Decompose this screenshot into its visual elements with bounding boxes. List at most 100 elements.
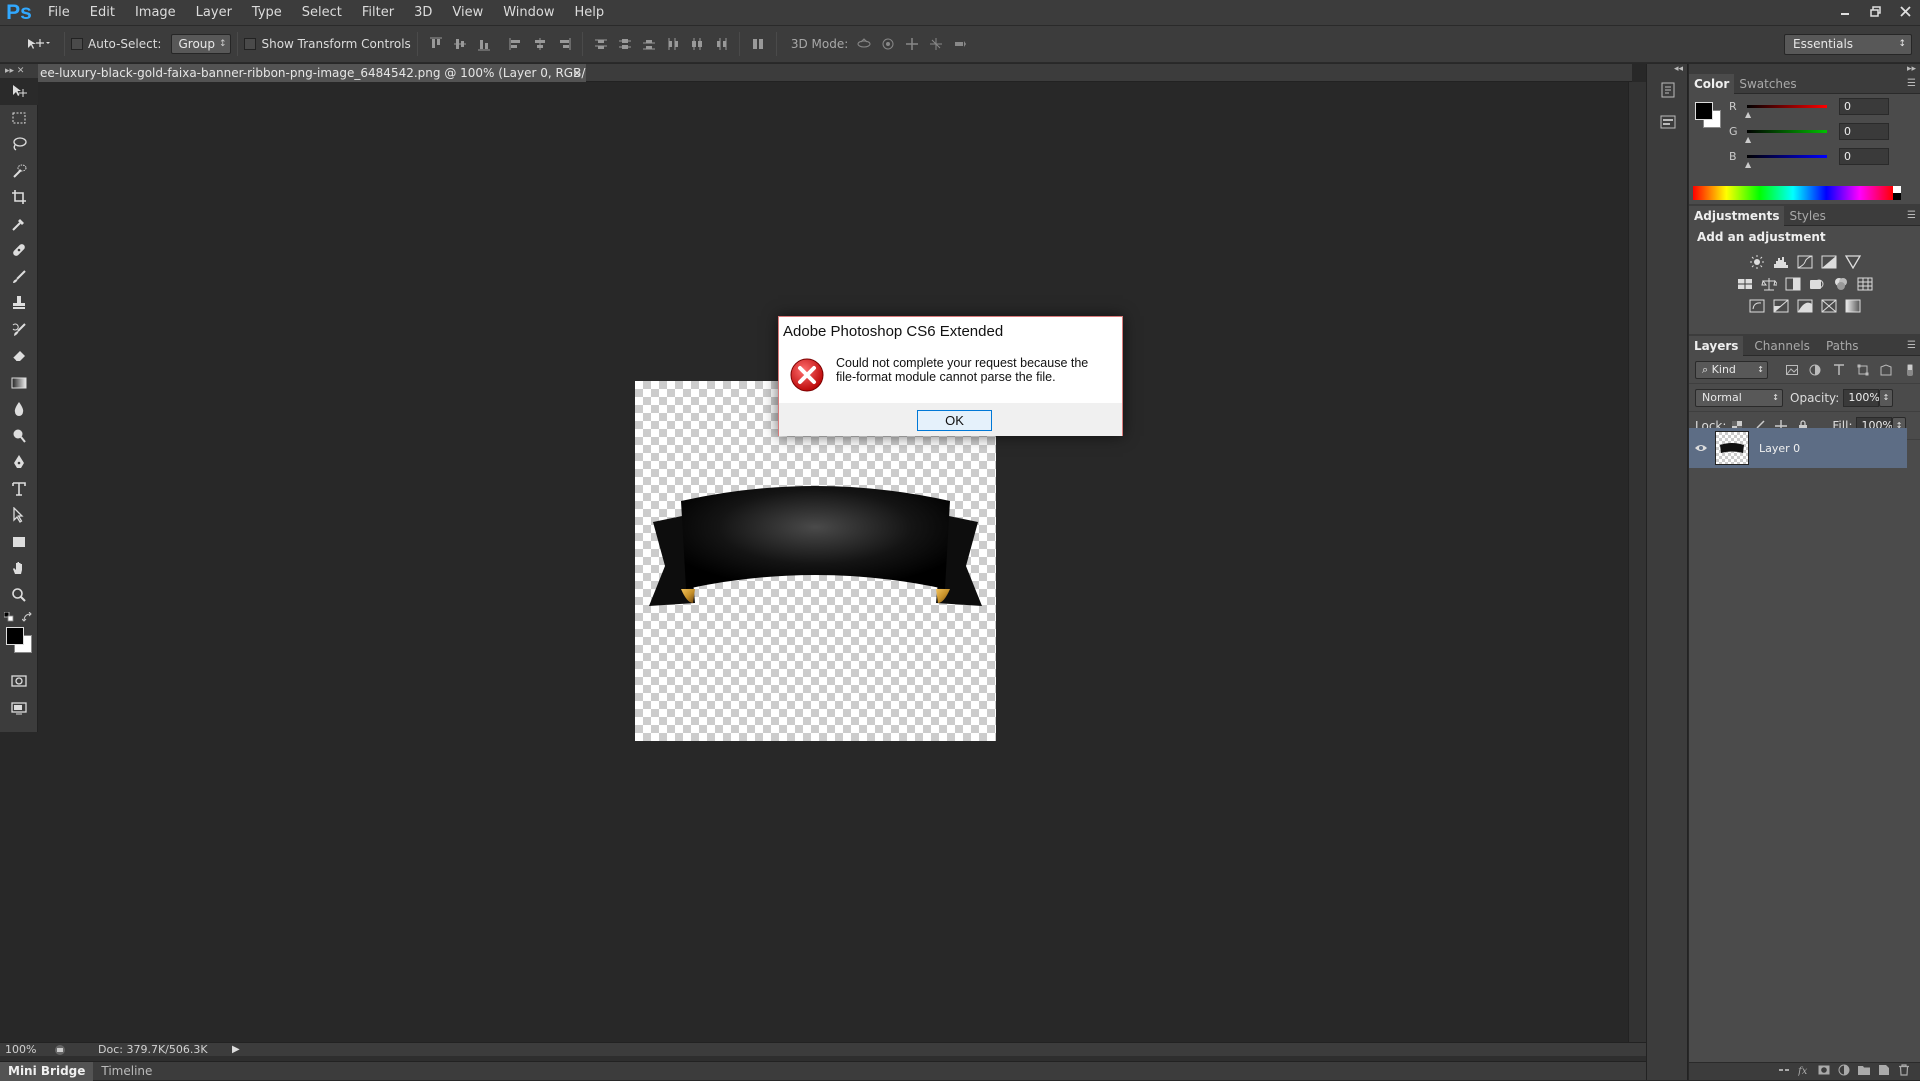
align-left-edges-button[interactable]	[506, 34, 526, 54]
default-colors-icon[interactable]	[4, 612, 14, 622]
tab-swatches[interactable]: Swatches	[1734, 74, 1801, 94]
status-options-icon[interactable]	[54, 1044, 66, 1056]
align-bottom-edges-button[interactable]	[474, 34, 494, 54]
delete-layer-button[interactable]	[1898, 1063, 1910, 1080]
distribute-hcenter-button[interactable]	[687, 34, 707, 54]
posterize-button[interactable]	[1772, 298, 1790, 314]
menu-help[interactable]: Help	[565, 0, 615, 25]
new-layer-button[interactable]	[1878, 1064, 1890, 1080]
distribute-bottom-button[interactable]	[639, 34, 659, 54]
restore-button[interactable]	[1860, 0, 1890, 22]
slider-thumb[interactable]: ▲	[1745, 110, 1751, 119]
vibrance-button[interactable]	[1844, 254, 1862, 270]
slider-track[interactable]	[1747, 155, 1827, 158]
threshold-button[interactable]	[1796, 298, 1814, 314]
quick-mask-button[interactable]	[0, 668, 38, 695]
tab-paths[interactable]: Paths	[1821, 336, 1864, 356]
panel-menu-icon[interactable]: ☰	[1907, 78, 1916, 89]
rectangle-tool[interactable]	[0, 529, 38, 556]
eyedropper-tool[interactable]	[0, 211, 38, 238]
zoom-tool[interactable]	[0, 582, 38, 609]
filter-smart-object-button[interactable]	[1877, 361, 1897, 379]
channel-mixer-button[interactable]	[1832, 276, 1850, 292]
black-white-button[interactable]	[1784, 276, 1802, 292]
filter-kind-dropdown[interactable]: ⌕ Kind	[1695, 360, 1768, 379]
filter-pixel-button[interactable]	[1782, 361, 1802, 379]
distribute-left-button[interactable]	[663, 34, 683, 54]
slider-green[interactable]: G ▲ 0	[1729, 123, 1914, 144]
hand-tool[interactable]	[0, 555, 38, 582]
layer-name[interactable]: Layer 0	[1759, 442, 1800, 455]
tab-channels[interactable]: Channels	[1749, 336, 1815, 356]
toolbar-collapse[interactable]: ▸▸ ✕	[5, 66, 24, 76]
slider-blue[interactable]: B ▲ 0	[1729, 148, 1914, 169]
history-brush-tool[interactable]	[0, 317, 38, 344]
3d-pan-button[interactable]	[902, 34, 922, 54]
ok-button[interactable]: OK	[917, 410, 992, 431]
menu-select[interactable]: Select	[292, 0, 352, 25]
filter-shape-button[interactable]	[1853, 361, 1873, 379]
show-transform-checkbox[interactable]: Show Transform Controls	[244, 37, 411, 51]
menu-edit[interactable]: Edit	[80, 0, 125, 25]
tab-timeline[interactable]: Timeline	[93, 1062, 160, 1081]
opacity-input[interactable]: 100%	[1843, 388, 1880, 407]
opacity-slider-toggle[interactable]	[1879, 388, 1894, 407]
workspace-dropdown[interactable]: Essentials	[1784, 34, 1912, 55]
lasso-tool[interactable]	[0, 131, 38, 158]
vertical-scrollbar[interactable]	[1628, 82, 1646, 1042]
type-tool[interactable]	[0, 476, 38, 503]
menu-layer[interactable]: Layer	[186, 0, 242, 25]
minimize-button[interactable]	[1830, 0, 1860, 22]
swap-colors-icon[interactable]	[22, 612, 33, 623]
auto-select-checkbox[interactable]: Auto-Select:	[71, 37, 161, 51]
panel-menu-icon[interactable]: ☰	[1907, 210, 1916, 221]
auto-select-dropdown[interactable]: Group	[171, 34, 232, 54]
auto-align-layers-button[interactable]	[748, 34, 768, 54]
zoom-level[interactable]: 100%	[0, 1043, 50, 1056]
exposure-button[interactable]	[1820, 254, 1838, 270]
quick-selection-tool[interactable]	[0, 158, 38, 185]
tab-mini-bridge[interactable]: Mini Bridge	[0, 1061, 94, 1081]
black-white-swatch[interactable]	[1893, 186, 1901, 200]
slider-red[interactable]: R ▲ 0	[1729, 98, 1914, 119]
move-tool[interactable]	[0, 78, 38, 105]
status-menu-arrow-icon[interactable]: ▶	[232, 1044, 240, 1055]
tab-adjustments[interactable]: Adjustments	[1689, 205, 1785, 226]
color-balance-button[interactable]	[1760, 276, 1778, 292]
pen-tool[interactable]	[0, 449, 38, 476]
add-mask-button[interactable]	[1818, 1064, 1830, 1080]
menu-image[interactable]: Image	[125, 0, 186, 25]
tab-layers[interactable]: Layers	[1689, 335, 1744, 356]
visibility-toggle[interactable]	[1689, 443, 1713, 453]
new-group-button[interactable]	[1858, 1064, 1870, 1080]
toolbar-header[interactable]: ▸▸ ✕	[0, 64, 38, 78]
close-button[interactable]	[1890, 0, 1920, 22]
healing-brush-tool[interactable]	[0, 237, 38, 264]
tool-preset-picker[interactable]	[18, 31, 58, 57]
3d-scale-button[interactable]	[950, 34, 970, 54]
3d-roll-button[interactable]	[878, 34, 898, 54]
align-vertical-centers-button[interactable]	[450, 34, 470, 54]
gradient-map-button[interactable]	[1844, 298, 1862, 314]
slider-thumb[interactable]: ▲	[1745, 160, 1751, 169]
marquee-tool[interactable]	[0, 105, 38, 132]
align-top-edges-button[interactable]	[426, 34, 446, 54]
filter-toggle-button[interactable]	[1900, 361, 1920, 379]
3d-slide-button[interactable]	[926, 34, 946, 54]
tab-styles[interactable]: Styles	[1784, 206, 1830, 226]
invert-button[interactable]	[1748, 298, 1766, 314]
curves-button[interactable]	[1796, 254, 1814, 270]
menu-type[interactable]: Type	[242, 0, 292, 25]
hue-saturation-button[interactable]	[1736, 276, 1754, 292]
color-spectrum[interactable]	[1693, 186, 1893, 200]
path-selection-tool[interactable]	[0, 502, 38, 529]
color-lookup-button[interactable]	[1856, 276, 1874, 292]
clone-stamp-tool[interactable]	[0, 290, 38, 317]
collapse-dock-icon[interactable]: ◂◂	[1647, 64, 1687, 74]
distribute-vcenter-button[interactable]	[615, 34, 635, 54]
screen-mode-button[interactable]	[0, 695, 38, 722]
blend-mode-dropdown[interactable]: Normal	[1695, 388, 1783, 407]
value-input-green[interactable]: 0	[1839, 123, 1889, 140]
foreground-color-swatch[interactable]	[1695, 102, 1713, 120]
distribute-top-button[interactable]	[591, 34, 611, 54]
